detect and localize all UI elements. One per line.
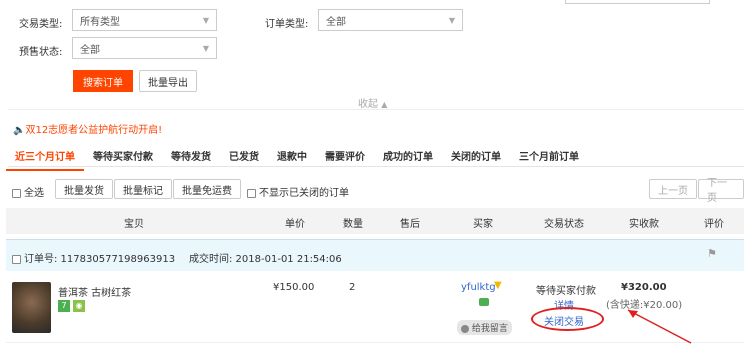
promo-notice[interactable]: 🔈双12志愿者公益护航行动开启! <box>13 121 162 136</box>
tab-2[interactable]: 等待发货 <box>162 148 220 171</box>
quantity: 2 <box>349 282 356 293</box>
seven-day-return-icon: 7 <box>58 300 70 312</box>
tab-6[interactable]: 成功的订单 <box>374 148 442 171</box>
order-checkbox[interactable]: 订单号: 117830577198963913 <box>12 250 175 265</box>
search-orders-button[interactable]: 搜索订单 <box>73 70 133 92</box>
col-quantity: 数量 <box>343 219 363 230</box>
chat-icon[interactable] <box>479 298 489 306</box>
tab-0[interactable]: 近三个月订单 <box>6 148 84 171</box>
col-unit-price: 单价 <box>285 219 305 230</box>
tab-7[interactable]: 关闭的订单 <box>442 148 510 171</box>
buyer-link[interactable]: yfulktg <box>461 282 496 293</box>
checkbox-icon <box>12 254 21 264</box>
checkbox-icon <box>247 188 256 198</box>
presale-select[interactable]: 全部 ▼ <box>72 37 217 59</box>
order-type-label: 订单类型: <box>265 19 309 30</box>
table-header: 宝贝 单价 数量 售后 买家 交易状态 实收款 评价 <box>6 208 744 234</box>
trade-type-label: 交易类型: <box>19 19 63 30</box>
leave-message-label: 给我留言 <box>471 324 508 334</box>
order-number: 订单号: 117830577198963913 <box>24 254 176 265</box>
checkbox-icon <box>12 188 21 198</box>
order-type-value: 全部 <box>326 16 346 28</box>
collapse-toggle[interactable]: 收起 ▲ <box>358 95 387 110</box>
select-all-label: 全选 <box>24 188 44 199</box>
chevron-down-icon: ▼ <box>448 15 455 25</box>
order-tabs: 近三个月订单 等待买家付款 等待发货 已发货 退款中 需要评价 成功的订单 关闭的订单 三个月前… <box>6 148 588 171</box>
col-buyer: 买家 <box>473 219 493 230</box>
col-after-sale: 售后 <box>400 219 420 230</box>
presale-label: 预售状态: <box>19 47 63 58</box>
filter-icon[interactable]: ▼ <box>494 280 502 291</box>
trade-type-value: 所有类型 <box>80 16 120 28</box>
status-text: 等待买家付款 <box>536 286 596 297</box>
top-input-partial[interactable] <box>565 0 710 4</box>
flag-icon[interactable]: ⚑ <box>707 247 717 260</box>
next-page-button[interactable]: 下一页 <box>698 178 744 204</box>
product-title-link[interactable]: 普洱茶 古树红茶 <box>58 284 131 299</box>
product-tags: 7 ◉ <box>58 300 88 312</box>
prev-page-button[interactable]: 上一页 <box>649 179 697 199</box>
chevron-down-icon: ▼ <box>202 15 209 25</box>
tab-8[interactable]: 三个月前订单 <box>510 148 588 171</box>
col-status: 交易状态 <box>544 219 584 230</box>
tab-4[interactable]: 退款中 <box>268 148 316 171</box>
guarantee-icon: ◉ <box>73 300 85 312</box>
total-amount: ¥320.00 <box>621 282 667 293</box>
hide-closed-label: 不显示已关闭的订单 <box>259 188 349 199</box>
megaphone-icon: 🔈 <box>13 125 26 136</box>
batch-free-shipping-button[interactable]: 批量免运费 <box>173 179 241 199</box>
annotation-ellipse <box>531 307 604 331</box>
order-type-select[interactable]: 全部 ▼ <box>318 9 463 31</box>
col-item: 宝贝 <box>124 219 144 230</box>
hide-closed-checkbox[interactable]: 不显示已关闭的订单 <box>247 184 349 199</box>
batch-mark-button[interactable]: 批量标记 <box>114 179 172 199</box>
chevron-up-icon: ▲ <box>381 100 388 109</box>
presale-value: 全部 <box>80 44 100 56</box>
batch-ship-button[interactable]: 批量发货 <box>55 179 113 199</box>
batch-export-button[interactable]: 批量导出 <box>139 70 197 92</box>
tab-3[interactable]: 已发货 <box>220 148 268 171</box>
order-time: 成交时间: 2018-01-01 21:54:06 <box>189 254 342 265</box>
annotation-arrow <box>627 309 692 344</box>
tab-1[interactable]: 等待买家付款 <box>84 148 162 171</box>
col-review: 评价 <box>704 219 724 230</box>
col-received: 实收款 <box>629 219 659 230</box>
leave-message-button[interactable]: 给我留言 <box>457 320 512 335</box>
select-all-checkbox[interactable]: 全选 <box>12 184 44 199</box>
tab-5[interactable]: 需要评价 <box>316 148 374 171</box>
chevron-down-icon: ▼ <box>202 43 209 53</box>
message-icon <box>461 324 469 333</box>
divider <box>8 109 744 110</box>
trade-type-select[interactable]: 所有类型 ▼ <box>72 9 217 31</box>
unit-price: ¥150.00 <box>273 282 315 293</box>
notice-text: 双12志愿者公益护航行动开启! <box>25 125 163 136</box>
order-header-row: 订单号: 117830577198963913 成交时间: 2018-01-01… <box>6 239 744 271</box>
table-row: 普洱茶 古树红茶 7 ◉ ¥150.00 2 yfulktg ▼ 给我留言 等待… <box>6 272 744 344</box>
tabs-divider <box>8 166 744 167</box>
product-thumbnail[interactable] <box>12 282 51 333</box>
